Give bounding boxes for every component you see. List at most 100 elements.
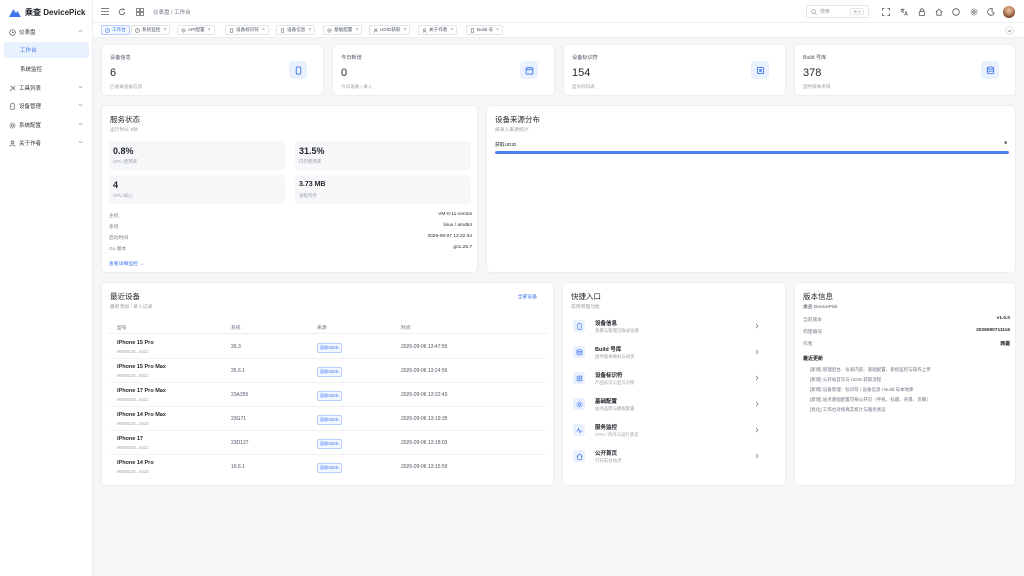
close-icon[interactable]: ×	[355, 27, 358, 33]
sidebar-item-system-config[interactable]: 系统配置	[4, 117, 89, 133]
language-icon[interactable]	[899, 7, 908, 16]
column-header-time: 时间	[401, 326, 411, 331]
product-name: 乘查 DevicePick	[803, 305, 838, 310]
avatar[interactable]	[1003, 6, 1015, 18]
uptime-text: 运行时长 5秒	[110, 128, 138, 133]
quick-entry-public-home[interactable]: 公开首页 打开前台站点	[569, 446, 773, 468]
close-icon[interactable]: ×	[403, 27, 406, 33]
database-icon	[573, 346, 585, 358]
quick-entry-card: 快捷入口 常用管理功能 设备信息 查看与管理已收录设备 Build 号库 固件版…	[562, 282, 786, 486]
card-subtitle: 按录入来源统计	[495, 128, 529, 133]
device-model: iPhone 15 Pro Max	[117, 364, 166, 370]
stat-sub: 今日设备 / 录入	[341, 84, 373, 89]
tab-label: API配置	[188, 27, 205, 32]
gear-icon	[573, 398, 585, 410]
tabs-more-button[interactable]	[1005, 26, 1014, 35]
sidebar-item-dashboard[interactable]: 仪表盘	[4, 24, 89, 40]
close-icon[interactable]: ×	[496, 27, 499, 33]
sidebar-item-about-author[interactable]: 关于作者	[4, 135, 89, 151]
tab-build-number[interactable]: Build 号 ×	[466, 25, 504, 35]
pulse-icon	[573, 424, 585, 436]
quick-entry-service-monitor[interactable]: 服务监控 CPU / 内存与运行状态	[569, 420, 773, 442]
stat-card-device-info[interactable]: 设备信息 6 已收录设备信息	[101, 44, 324, 96]
fullscreen-icon[interactable]	[881, 7, 890, 16]
quick-entry-sub: 打开前台站点	[595, 458, 622, 463]
changelog-item: [优化] 工作台对接真实统计与服务状态	[810, 407, 886, 412]
tab-about-author[interactable]: 关于作者 ×	[418, 25, 458, 35]
device-model: iPhone 15 Pro	[117, 340, 154, 346]
device-serial: 00008130...401C	[117, 349, 150, 354]
chevron-right-icon	[755, 349, 759, 355]
tab-label: 系统监控	[142, 27, 161, 32]
close-icon[interactable]: ×	[308, 27, 311, 33]
device-time: 2026-09-06 13:22:43	[401, 392, 448, 398]
search-input[interactable]: 搜索 ⌘ K	[806, 5, 869, 18]
sidebar-item-tools[interactable]: 工具列表	[4, 80, 89, 96]
close-icon[interactable]: ×	[262, 27, 265, 33]
lock-icon[interactable]	[917, 7, 926, 16]
card-title: 快捷入口	[571, 292, 601, 301]
close-icon[interactable]: ×	[163, 27, 166, 33]
stat-label: Build 号库	[803, 55, 827, 61]
tab-label: 工作台	[112, 27, 126, 32]
stat-label: 设备标识符	[572, 55, 598, 61]
sidebar-item-workbench[interactable]: 工作台	[4, 42, 89, 58]
card-subtitle: 最新添加 / 录入记录	[110, 305, 153, 310]
quick-entry-device-identifier[interactable]: 设备标识符 产品标识与型号对照	[569, 368, 773, 390]
quick-entry-build-library[interactable]: Build 号库 固件版本映射与同步	[569, 342, 773, 364]
brand-logo[interactable]: 乘查 DevicePick	[9, 6, 85, 18]
phone-icon	[8, 102, 16, 110]
device-model: iPhone 17	[117, 436, 143, 442]
search-placeholder: 搜索	[820, 9, 831, 15]
card-title: 最近设备	[110, 292, 140, 301]
info-key: 系统	[109, 225, 119, 230]
dark-mode-icon[interactable]	[986, 7, 995, 16]
home-icon	[573, 450, 585, 462]
sidebar-item-device-management[interactable]: 设备管理	[4, 98, 89, 114]
tab-label: Build 号	[477, 27, 494, 32]
quick-entry-sub: CPU / 内存与运行状态	[595, 432, 639, 437]
globe-icon[interactable]	[951, 7, 960, 16]
metric-value: 31.5%	[299, 146, 325, 156]
table-row[interactable]: iPhone 17 00008150...401C 23D127 获取UDID …	[109, 431, 547, 455]
tab-system-monitor[interactable]: 系统监控 ×	[131, 25, 171, 35]
search-shortcut: ⌘ K	[850, 8, 864, 15]
card-title: 版本信息	[803, 292, 833, 301]
tab-udid-fetch[interactable]: UDID获取 ×	[369, 25, 411, 35]
tab-device-info[interactable]: 设备信息 ×	[276, 25, 316, 35]
menu-toggle-icon[interactable]	[100, 7, 109, 16]
quick-entry-basic-config[interactable]: 基础配置 站点品牌与模板配置	[569, 394, 773, 416]
settings-icon[interactable]	[969, 7, 978, 16]
table-row[interactable]: iPhone 15 Pro Max 00008120...801C 26.6.1…	[109, 359, 547, 383]
stat-value: 0	[341, 67, 348, 79]
recent-devices-card: 最近设备 最新添加 / 录入记录 全部设备 型号 系统 来源 时间 iPhone…	[101, 282, 554, 486]
tab-api-config[interactable]: API配置 ×	[177, 25, 215, 35]
close-icon[interactable]: ×	[208, 27, 211, 33]
tab-workbench[interactable]: 工作台	[101, 25, 130, 35]
tab-label: 关于作者	[429, 27, 448, 32]
sidebar-item-system-monitor[interactable]: 系统监控	[4, 61, 89, 77]
tab-basic-config[interactable]: 基础配置 ×	[323, 25, 363, 35]
device-serial: 00008120...201E	[117, 421, 149, 426]
close-icon[interactable]: ×	[450, 27, 453, 33]
stat-card-device-identifier[interactable]: 设备标识符 154 型号标识表	[563, 44, 786, 96]
view-monitor-link[interactable]: 查看详细监控 →	[109, 260, 144, 267]
stat-card-build-library[interactable]: Build 号库 378 固件版本条目	[794, 44, 1016, 96]
chevron-right-icon	[755, 453, 759, 459]
all-devices-link[interactable]: 全部设备	[518, 293, 537, 300]
table-row[interactable]: iPhone 14 Pro 00008120...401E 16.6.1 获取U…	[109, 455, 547, 479]
table-row[interactable]: iPhone 17 Pro Max 00008150...401C 23A355…	[109, 383, 547, 407]
info-row-start-time: 启动时间 2026-09-07 12:32:34	[109, 232, 472, 242]
grid-icon[interactable]	[135, 7, 144, 16]
device-system: 26.6.1	[231, 368, 245, 374]
refresh-icon[interactable]	[117, 7, 126, 16]
table-row[interactable]: iPhone 14 Pro Max 00008120...201E 23G71 …	[109, 407, 547, 431]
tab-device-identifier[interactable]: 设备标识符 ×	[225, 25, 269, 35]
info-row-host: 主机 VM-0-11-centos	[109, 210, 472, 220]
home-icon[interactable]	[934, 7, 943, 16]
table-row[interactable]: iPhone 15 Pro 00008130...401C 26.3 获取UDI…	[109, 335, 547, 359]
stat-card-today-new[interactable]: 今日新增 0 今日设备 / 录入	[332, 44, 555, 96]
quick-entry-device-info[interactable]: 设备信息 查看与管理已收录设备	[569, 316, 773, 338]
device-system: 26.3	[231, 344, 241, 350]
stat-label: 今日新增	[341, 55, 362, 61]
